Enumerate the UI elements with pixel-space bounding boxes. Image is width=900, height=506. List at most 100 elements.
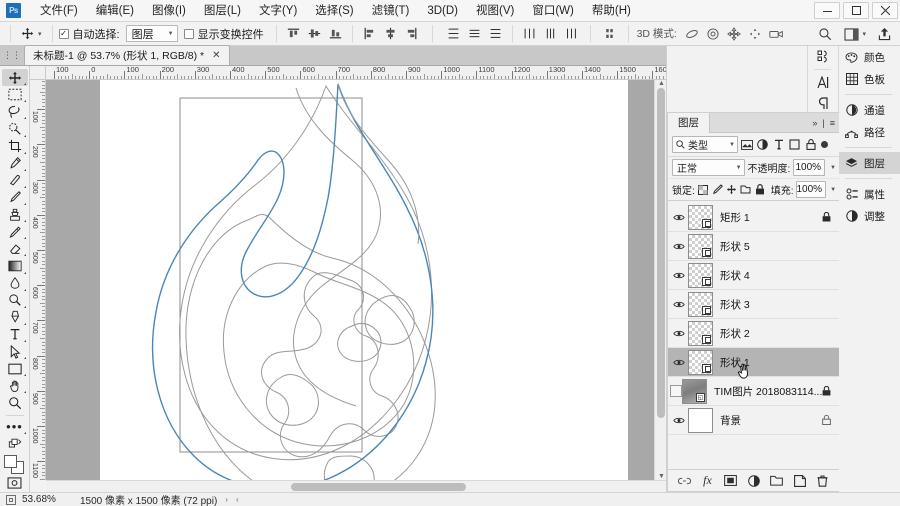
- paragraph-panel-icon[interactable]: [808, 93, 838, 114]
- hand-tool[interactable]: [2, 377, 28, 394]
- workspace-icon[interactable]: [841, 25, 861, 44]
- menu-edit[interactable]: 编辑(E): [87, 0, 143, 22]
- distribute-spacing-icon[interactable]: [600, 25, 619, 43]
- move-tool[interactable]: [2, 69, 28, 86]
- pen-tool[interactable]: [2, 309, 28, 326]
- close-icon[interactable]: ✕: [212, 50, 220, 61]
- menu-3d[interactable]: 3D(D): [418, 0, 467, 22]
- layer-thumbnail[interactable]: ◱: [682, 379, 707, 404]
- layer-visibility-toggle[interactable]: [670, 261, 688, 290]
- filter-pixel-icon[interactable]: [739, 136, 754, 153]
- search-icon[interactable]: [815, 25, 835, 44]
- brush-tool[interactable]: [2, 189, 28, 206]
- layer-thumbnail[interactable]: [688, 292, 713, 317]
- distribute-right-icon[interactable]: [562, 25, 581, 43]
- tab-bar-grip[interactable]: ⋮⋮: [0, 45, 24, 65]
- layer-thumbnail[interactable]: [688, 408, 713, 433]
- color-swatches[interactable]: [4, 455, 26, 472]
- menu-layer[interactable]: 图层(L): [195, 0, 250, 22]
- dock-item-color[interactable]: 颜色: [839, 46, 900, 68]
- close-button[interactable]: [872, 2, 898, 19]
- layer-visibility-toggle[interactable]: [670, 377, 682, 406]
- link-layers-icon[interactable]: [678, 474, 692, 488]
- layer-list[interactable]: 矩形 1 形状 5: [668, 203, 839, 469]
- lock-transparent-pixels-icon[interactable]: [697, 181, 709, 198]
- dock-item-layers[interactable]: 图层: [839, 152, 900, 174]
- table-row[interactable]: 形状 2: [668, 319, 839, 348]
- roll-3d-icon[interactable]: [704, 25, 723, 43]
- lock-position-icon[interactable]: [725, 181, 737, 198]
- menu-select[interactable]: 选择(S): [306, 0, 362, 22]
- dock-item-adjustments[interactable]: 调整: [839, 205, 900, 227]
- zoom-level-field[interactable]: 53.68%: [22, 494, 74, 505]
- vertical-scrollbar-thumb[interactable]: [657, 88, 665, 418]
- filter-toggle-icon[interactable]: [821, 141, 828, 148]
- dock-item-paths[interactable]: 路径: [839, 121, 900, 143]
- layer-thumbnail[interactable]: [688, 263, 713, 288]
- quick-selection-tool[interactable]: [2, 120, 28, 137]
- filter-adjustment-icon[interactable]: [755, 136, 770, 153]
- layer-name[interactable]: 形状 4: [720, 268, 750, 283]
- auto-select-checkbox[interactable]: ✓: [59, 29, 69, 39]
- scroll-down-arrow-icon[interactable]: ▼: [658, 473, 665, 480]
- layer-visibility-toggle[interactable]: [670, 406, 688, 435]
- canvas-viewport[interactable]: [46, 80, 666, 480]
- align-bottom-edges-icon[interactable]: [326, 25, 345, 43]
- character-panel-icon[interactable]: [808, 72, 838, 93]
- layer-style-fx-icon[interactable]: fx: [701, 474, 715, 488]
- menu-view[interactable]: 视图(V): [467, 0, 523, 22]
- layer-thumbnail[interactable]: [688, 205, 713, 230]
- horizontal-type-tool[interactable]: [2, 326, 28, 343]
- table-row[interactable]: ◱ TIM图片 2018083114...: [668, 377, 839, 406]
- dodge-tool[interactable]: [2, 292, 28, 309]
- auto-select-scope-dropdown[interactable]: 图层 ▼: [126, 25, 178, 42]
- table-row[interactable]: 形状 1: [668, 348, 839, 377]
- screen-mode-icon[interactable]: [0, 495, 22, 505]
- quick-mask-icon[interactable]: [2, 475, 28, 492]
- new-group-icon[interactable]: [770, 474, 784, 488]
- dock-item-swatches[interactable]: 色板: [839, 68, 900, 90]
- filter-shape-icon[interactable]: [787, 136, 802, 153]
- clone-stamp-tool[interactable]: [2, 206, 28, 223]
- slide-3d-icon[interactable]: [746, 25, 765, 43]
- panel-menu-icon[interactable]: ≡: [830, 118, 835, 128]
- filter-smart-object-icon[interactable]: [803, 136, 818, 153]
- tab-layers[interactable]: 图层: [668, 113, 710, 133]
- zoom-tool[interactable]: [2, 394, 28, 411]
- panel-expand-icon[interactable]: »: [812, 118, 817, 128]
- lock-icon[interactable]: [822, 415, 831, 425]
- table-row[interactable]: 形状 4: [668, 261, 839, 290]
- status-collapse-arrow-icon[interactable]: ‹: [236, 495, 239, 504]
- new-fill-adjustment-icon[interactable]: [747, 474, 761, 488]
- table-row[interactable]: 形状 5: [668, 232, 839, 261]
- fill-chevron-icon[interactable]: ▼: [830, 187, 836, 193]
- distribute-horizontal-center-icon[interactable]: [541, 25, 560, 43]
- align-horizontal-centers-icon[interactable]: [381, 25, 400, 43]
- edit-toolbar-button[interactable]: •••: [2, 418, 28, 435]
- status-expand-arrow-icon[interactable]: ›: [225, 495, 228, 504]
- tool-preset-chevron-icon[interactable]: ▾: [38, 30, 42, 38]
- table-row[interactable]: 背景: [668, 406, 839, 435]
- opacity-chevron-icon[interactable]: ▼: [830, 165, 836, 171]
- menu-type[interactable]: 文字(Y): [250, 0, 306, 22]
- gradient-tool[interactable]: [2, 257, 28, 274]
- layer-visibility-toggle[interactable]: [670, 290, 688, 319]
- distribute-bottom-icon[interactable]: [486, 25, 505, 43]
- layer-visibility-toggle[interactable]: [670, 348, 688, 377]
- eyedropper-tool[interactable]: [2, 155, 28, 172]
- table-row[interactable]: 矩形 1: [668, 203, 839, 232]
- layer-visibility-toggle[interactable]: [670, 203, 688, 232]
- orbit-3d-icon[interactable]: [683, 25, 702, 43]
- maximize-button[interactable]: [843, 2, 869, 19]
- layer-visibility-toggle[interactable]: [670, 232, 688, 261]
- lock-icon[interactable]: [822, 386, 831, 396]
- menu-window[interactable]: 窗口(W): [523, 0, 583, 22]
- scroll-up-arrow-icon[interactable]: ▲: [658, 80, 665, 87]
- vertical-ruler[interactable]: 010020030040050060070080090010001100: [30, 80, 46, 480]
- menu-image[interactable]: 图像(I): [143, 0, 195, 22]
- distribute-vertical-center-icon[interactable]: [465, 25, 484, 43]
- layer-name[interactable]: 背景: [720, 413, 741, 428]
- menu-help[interactable]: 帮助(H): [583, 0, 640, 22]
- canvas-vertical-scrollbar[interactable]: ▲ ▼: [654, 80, 666, 480]
- share-icon[interactable]: [874, 25, 894, 44]
